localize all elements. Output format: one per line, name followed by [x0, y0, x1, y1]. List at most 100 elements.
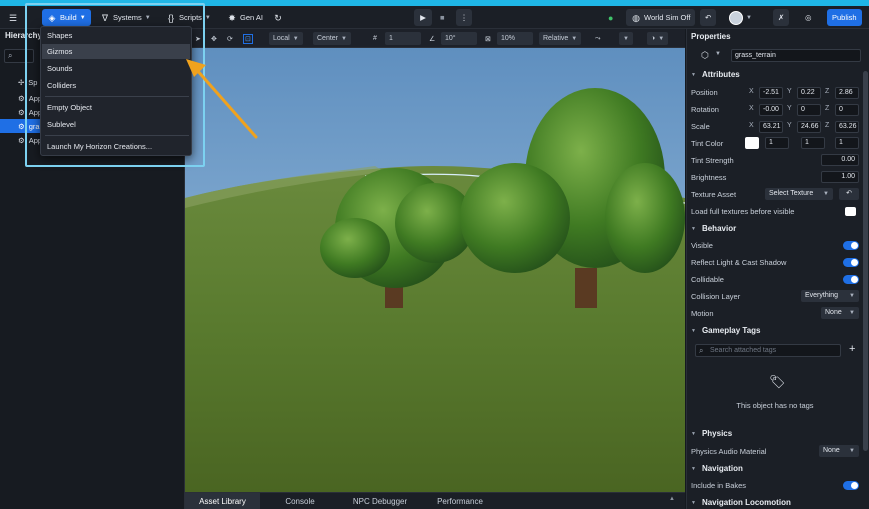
gen-ai-button[interactable]: ✸ Gen AI: [227, 9, 263, 26]
no-tags-text: This object has no tags: [736, 401, 814, 410]
render-mode-dropdown[interactable]: ◑ ▼: [647, 32, 669, 45]
visible-toggle[interactable]: [843, 241, 859, 250]
space-label: Local: [273, 35, 290, 42]
world-sim-toggle[interactable]: ◍ World Sim Off: [626, 9, 696, 26]
scale-label: Scale: [691, 122, 710, 131]
collapse-icon: ▼: [691, 499, 696, 506]
avatar-button[interactable]: ▼: [729, 9, 752, 26]
publish-label: Publish: [832, 13, 857, 22]
collision-layer-value: Everything: [805, 292, 839, 299]
physics-section-header[interactable]: ▼ Physics: [691, 429, 732, 438]
rotation-y-field[interactable]: 0: [797, 104, 821, 116]
z-axis-label: Z: [825, 122, 830, 129]
pivot-label: Center: [317, 35, 339, 42]
angle-snap-input[interactable]: 10°: [441, 32, 477, 45]
brightness-label: Brightness: [691, 173, 727, 182]
stop-button[interactable]: ■: [440, 9, 445, 26]
attributes-section-header[interactable]: ▼ Attributes: [691, 70, 740, 79]
collision-layer-dropdown[interactable]: Everything ▼: [801, 290, 859, 302]
collapse-icon: ▼: [691, 71, 696, 78]
tint-b-field[interactable]: 1: [835, 137, 859, 149]
chevron-down-icon[interactable]: ▼: [715, 51, 721, 57]
space-dropdown[interactable]: Local ▼: [269, 32, 303, 45]
tint-color-swatch[interactable]: [745, 137, 759, 149]
play-button[interactable]: ▶: [414, 9, 432, 26]
sparkle-icon: ✸: [228, 12, 236, 23]
physics-audio-dropdown[interactable]: None ▼: [819, 445, 859, 457]
tab-asset-library[interactable]: Asset Library: [185, 493, 260, 509]
gameplay-tags-section-header[interactable]: ▼ Gameplay Tags: [691, 326, 761, 335]
collidable-toggle[interactable]: [843, 275, 859, 284]
tab-console[interactable]: Console: [265, 493, 335, 509]
search-tags-placeholder: Search attached tags: [710, 347, 777, 354]
hamburger-icon[interactable]: ☰: [8, 9, 18, 26]
undo-button[interactable]: ↶: [700, 9, 717, 26]
object-icon: ⚙: [18, 93, 25, 103]
view-options-dropdown[interactable]: ▼: [619, 32, 633, 45]
mute-button[interactable]: ✗: [773, 9, 790, 26]
collapse-panel-icon[interactable]: ▲: [669, 496, 675, 502]
chevron-down-icon: ▼: [849, 448, 855, 454]
angle-snap-icon[interactable]: ∠: [429, 32, 435, 45]
pan-tool-icon[interactable]: ✥: [211, 32, 217, 45]
tag-icon: 🏷: [769, 374, 786, 389]
behavior-section-header[interactable]: ▼ Behavior: [691, 224, 736, 233]
reflect-light-toggle[interactable]: [843, 258, 859, 267]
reset-texture-button[interactable]: ↶: [839, 188, 859, 200]
transform-mode-icon[interactable]: ⤳: [595, 32, 601, 45]
scale-snap-input[interactable]: 10%: [497, 32, 533, 45]
tint-r-field[interactable]: 1: [765, 137, 789, 149]
relative-dropdown[interactable]: Relative ▼: [539, 32, 582, 45]
rotate-tool-icon[interactable]: ⟳: [227, 32, 233, 45]
pivot-dropdown[interactable]: Center ▼: [313, 32, 351, 45]
object-name-field[interactable]: grass_terrain: [731, 49, 861, 62]
navigation-section-header[interactable]: ▼ Navigation: [691, 464, 743, 473]
scale-y-field[interactable]: 24.66: [797, 121, 821, 133]
motion-dropdown[interactable]: None ▼: [821, 307, 859, 319]
properties-scrollbar[interactable]: [863, 71, 868, 451]
chevron-down-icon: ▼: [746, 14, 752, 21]
scale-snap-icon[interactable]: ⊠: [485, 32, 491, 45]
annotation-highlight-box: [25, 3, 205, 167]
grid-snap-icon[interactable]: #: [373, 32, 377, 45]
rotation-x-field[interactable]: -0.00: [759, 104, 783, 116]
object-icon: ⚙: [18, 107, 25, 117]
search-icon: ⌕: [8, 51, 13, 60]
world-sim-label: World Sim Off: [644, 13, 691, 22]
brightness-field[interactable]: 1.00: [821, 171, 859, 183]
vr-headset-button[interactable]: ◎: [805, 9, 812, 26]
scale-z-field[interactable]: 63.26: [835, 121, 859, 133]
publish-button[interactable]: Publish: [827, 9, 862, 26]
grid-snap-input[interactable]: 1: [385, 32, 421, 45]
include-bakes-toggle[interactable]: [843, 481, 859, 490]
position-z-field[interactable]: 2.86: [835, 87, 859, 99]
scale-tool-icon[interactable]: ⊡: [243, 32, 253, 45]
refresh-icon[interactable]: ↻: [273, 9, 283, 26]
nav-locomotion-section-header[interactable]: ▼ Navigation Locomotion: [691, 498, 791, 507]
tint-strength-field[interactable]: 0.00: [821, 154, 859, 166]
object-icon: ⚙: [18, 121, 25, 131]
rotation-z-field[interactable]: 0: [835, 104, 859, 116]
relative-label: Relative: [543, 35, 569, 42]
position-x-field[interactable]: -2.51: [759, 87, 783, 99]
select-texture-dropdown[interactable]: Select Texture ▼: [765, 188, 833, 200]
collapse-icon: ▼: [691, 225, 696, 232]
chevron-down-icon: ▼: [623, 35, 629, 42]
load-full-textures-checkbox[interactable]: [845, 207, 856, 216]
search-tags-input[interactable]: ⌕ Search attached tags: [695, 344, 841, 357]
tab-performance[interactable]: Performance: [425, 493, 495, 509]
scale-x-field[interactable]: 63.21: [759, 121, 783, 133]
cube-icon: ⬡: [701, 50, 709, 60]
scale-snap-value: 10%: [501, 35, 516, 42]
gameplay-tags-title: Gameplay Tags: [701, 326, 761, 335]
tint-color-label: Tint Color: [691, 139, 724, 148]
undo-icon: ↶: [705, 13, 712, 22]
tab-npc-debugger[interactable]: NPC Debugger: [340, 493, 420, 509]
collapse-icon: ▼: [691, 465, 696, 472]
tint-g-field[interactable]: 1: [801, 137, 825, 149]
position-y-field[interactable]: 0.22: [797, 87, 821, 99]
add-tag-icon[interactable]: +: [849, 343, 855, 355]
z-axis-label: Z: [825, 105, 830, 112]
collision-layer-label: Collision Layer: [691, 292, 741, 301]
more-options-button[interactable]: ⋮: [456, 9, 472, 26]
